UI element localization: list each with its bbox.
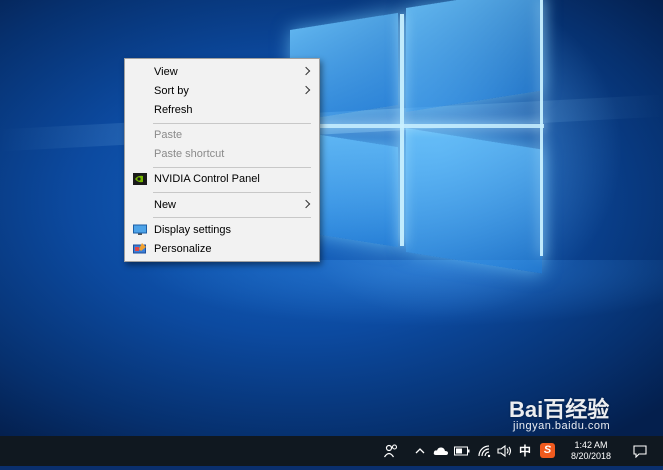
menu-item-label: Display settings (154, 224, 232, 236)
menu-item-label: Sort by (154, 85, 189, 97)
chevron-right-icon (301, 66, 311, 76)
sogou-icon: S (540, 443, 555, 458)
network-tray-button[interactable] (476, 436, 494, 466)
volume-tray-button[interactable] (496, 436, 514, 466)
menu-item-label: View (154, 66, 178, 78)
menu-separator (153, 167, 311, 168)
chevron-right-icon (301, 85, 311, 95)
menu-item-personalize[interactable]: Personalize (125, 240, 319, 258)
clock-time: 1:42 AM (574, 440, 608, 450)
people-icon (383, 444, 398, 458)
menu-item-view[interactable]: View (125, 63, 319, 81)
menu-separator (153, 217, 311, 218)
chevron-up-icon (415, 448, 425, 454)
menu-item-label: NVIDIA Control Panel (154, 173, 260, 185)
onedrive-tray-button[interactable] (432, 436, 450, 466)
battery-tray-button[interactable] (452, 436, 472, 466)
wallpaper-window-pane (406, 128, 542, 274)
menu-separator (153, 192, 311, 193)
personalize-icon (133, 243, 146, 254)
wallpaper-window-frame (540, 0, 543, 256)
menu-item-label: New (154, 199, 177, 211)
sogou-ime-button[interactable]: S (540, 436, 556, 466)
notification-icon (633, 445, 647, 459)
menu-item-paste-shortcut: Paste shortcut (125, 145, 319, 163)
menu-item-display-settings[interactable]: Display settings (125, 221, 319, 239)
battery-icon (454, 446, 470, 456)
menu-item-paste: Paste (125, 126, 319, 144)
people-button[interactable] (380, 436, 402, 466)
menu-item-label: Paste shortcut (154, 148, 225, 160)
action-center-button[interactable] (628, 436, 652, 466)
taskbar-clock[interactable]: 1:42 AM 8/20/2018 (560, 440, 622, 462)
cloud-icon (433, 447, 448, 455)
menu-separator (153, 123, 311, 124)
wifi-icon (478, 445, 491, 458)
speaker-icon (497, 444, 512, 458)
baidu-watermark: Bai百经验 jingyan.baidu.com (505, 390, 655, 436)
wallpaper-window-pane (406, 0, 542, 112)
menu-item-sort-by[interactable]: Sort by (125, 82, 319, 100)
menu-item-label: Personalize (154, 243, 212, 255)
desktop-context-menu: View Sort by Refresh Paste Paste shortcu… (124, 58, 320, 262)
clock-date: 8/20/2018 (570, 451, 612, 461)
chevron-right-icon (301, 199, 311, 209)
display-icon (133, 224, 147, 235)
taskbar: 中 S 1:42 AM 8/20/2018 (0, 436, 663, 466)
show-hidden-icons-button[interactable] (412, 436, 428, 466)
menu-item-label: Paste (154, 129, 183, 141)
ime-language-button[interactable]: 中 (516, 436, 534, 466)
wallpaper-window-frame (400, 14, 404, 246)
wallpaper-window-frame (290, 124, 544, 128)
nvidia-icon (133, 173, 147, 185)
watermark-url: jingyan.baidu.com (513, 420, 611, 432)
menu-item-new[interactable]: New (125, 196, 319, 214)
desktop-wallpaper[interactable] (0, 0, 663, 436)
menu-item-refresh[interactable]: Refresh (125, 101, 319, 119)
menu-item-nvidia-control-panel[interactable]: NVIDIA Control Panel (125, 170, 319, 188)
menu-item-label: Refresh (154, 104, 193, 116)
